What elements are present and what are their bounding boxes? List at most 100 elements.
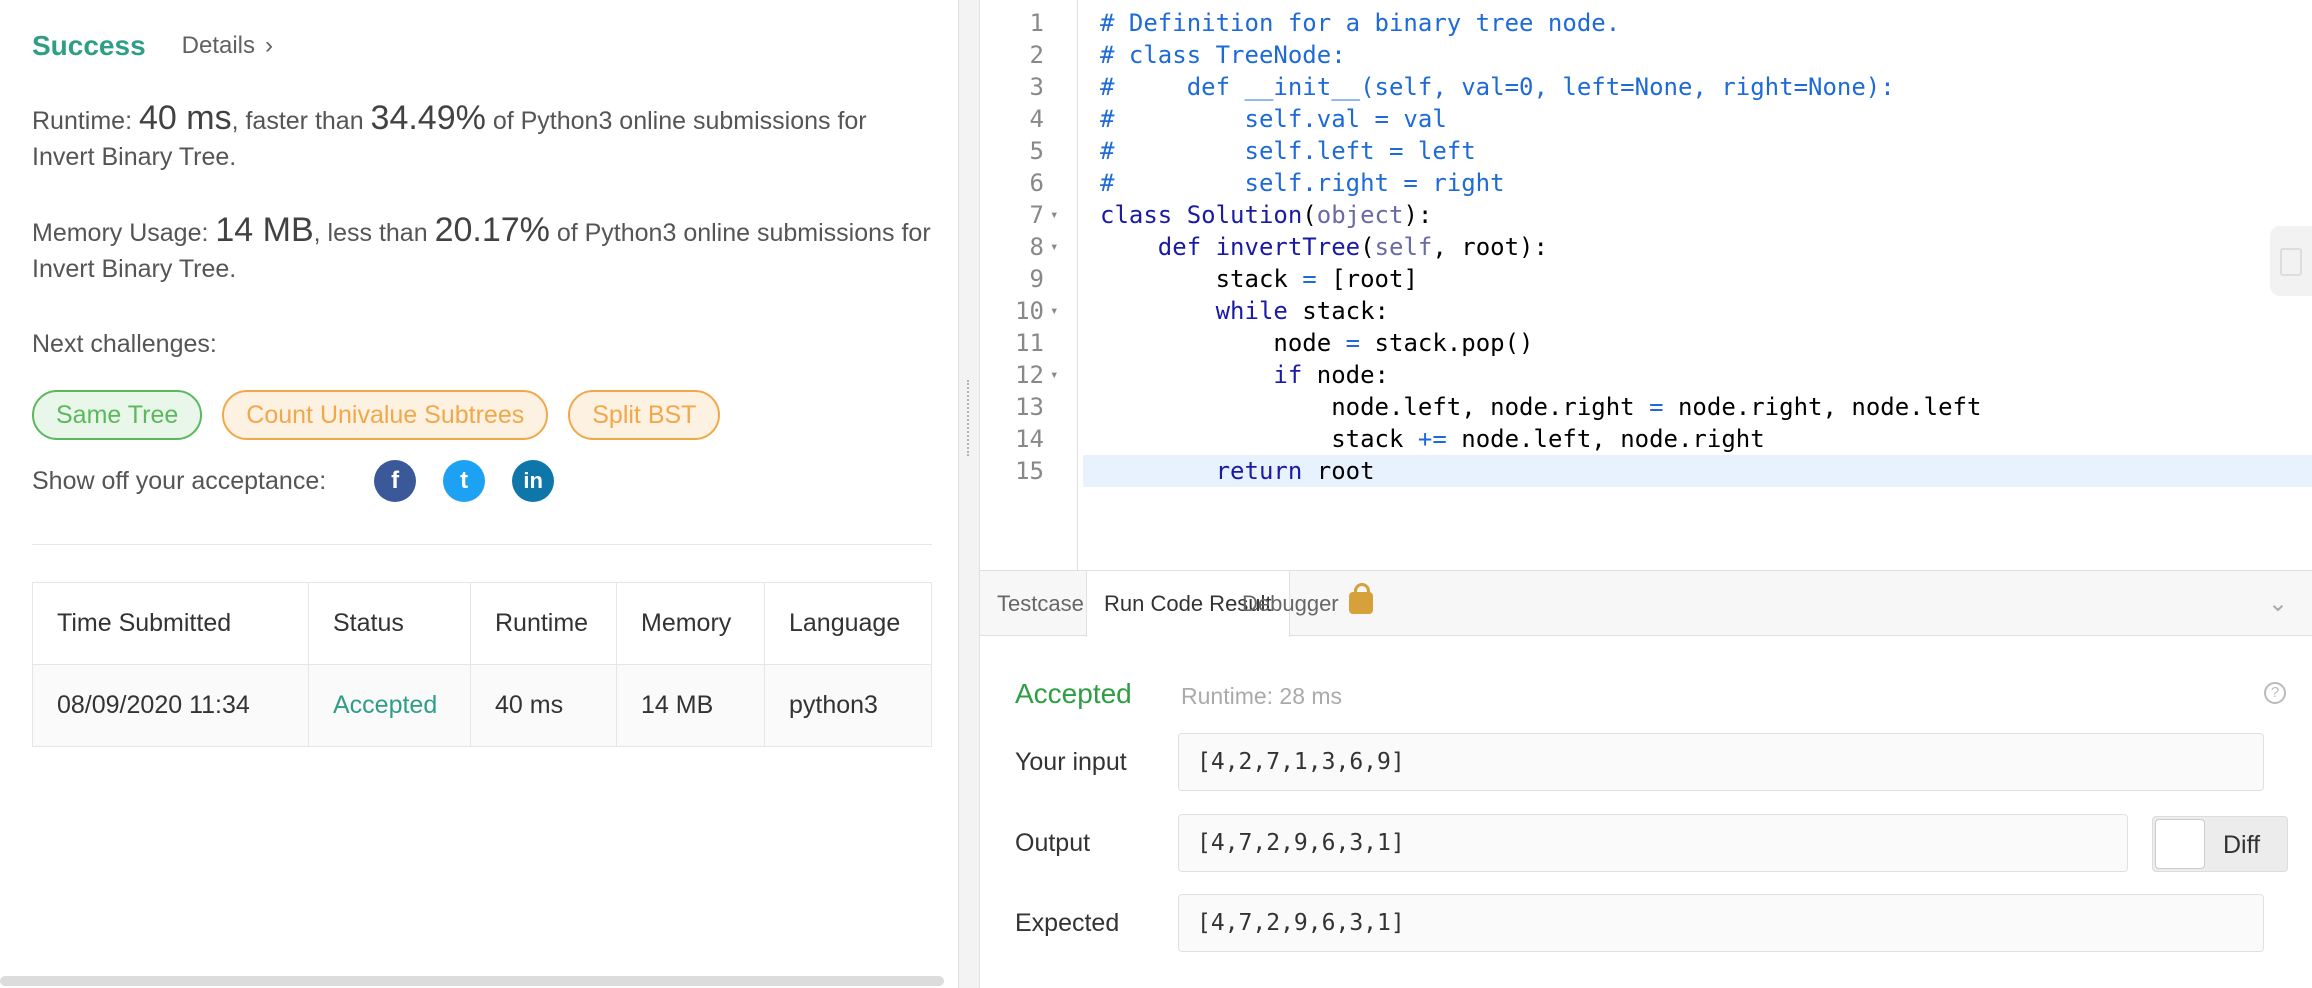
tab-testcase[interactable]: Testcase [980,571,1101,636]
expected-field: [4,7,2,9,6,3,1] [1178,894,2264,952]
code-line: node = stack.pop() [1100,329,1534,357]
fold-arrow-icon[interactable]: ▾ [1050,199,1070,231]
diff-label: Diff [2223,831,2261,859]
header-time-submitted: Time Submitted [32,582,309,665]
cell-runtime: 40 ms [470,664,617,747]
runtime-prefix: Runtime: [32,107,139,135]
output-label: Output [1015,829,1091,857]
side-panel-toggle[interactable] [2270,226,2312,296]
runtime-stat: Runtime: 40 ms, faster than 34.49% of Py… [32,100,932,175]
run-result-status: Accepted [1015,678,1132,709]
table-header-row: Time Submitted Status Runtime Memory Lan… [32,582,932,665]
fold-arrow-icon[interactable]: ▾ [1050,359,1070,391]
code-line: class Solution(object): [1100,201,1433,229]
your-input-field: [4,2,7,1,3,6,9] [1178,733,2264,791]
your-input-label: Your input [1015,748,1127,776]
line-number: 13 [1015,393,1044,421]
line-number: 8 [1029,233,1044,261]
memory-mid: , less than [313,219,435,247]
line-number: 5 [1029,137,1044,165]
table-row: 08/09/2020 11:34 Accepted 40 ms 14 MB py… [32,664,932,747]
horizontal-scrollbar[interactable] [0,976,944,986]
code-line: # def __init__(self, val=0, left=None, r… [1100,73,1895,101]
share-label: Show off your acceptance: [32,466,327,495]
twitter-icon[interactable]: t [443,460,486,502]
submission-result-panel: Success Details › Runtime: 40 ms, faster … [0,0,958,988]
memory-prefix: Memory Usage: [32,219,216,247]
share-row: Show off your acceptance: f t in [32,460,555,502]
drag-grip-icon [967,380,969,456]
code-line: if node: [1273,361,1389,389]
memory-percentile: 20.17% [434,211,550,249]
help-icon[interactable]: ? [2264,682,2286,704]
code-line: # Definition for a binary tree node. [1100,9,1621,37]
code-line: return root [1215,457,1375,485]
chevron-down-icon[interactable]: ⌄ [2268,589,2288,618]
header-language: Language [764,582,932,665]
challenge-chips: Same Tree Count Univalue Subtrees Split … [32,390,721,440]
header-runtime: Runtime [470,582,617,665]
document-icon [2280,248,2302,276]
memory-value: 14 MB [215,211,314,249]
lock-icon [1348,583,1373,615]
memory-stat: Memory Usage: 14 MB, less than 20.17% of… [32,212,932,287]
header-memory: Memory [616,582,765,665]
line-number: 15 [1015,457,1044,485]
expected-label: Expected [1015,909,1120,937]
cell-time-submitted: 08/09/2020 11:34 [32,664,309,747]
debugger-label: Debugger [1242,591,1339,616]
runtime-value: 40 ms [138,99,232,137]
challenge-same-tree[interactable]: Same Tree [32,390,203,440]
line-number: 6 [1029,169,1044,197]
success-status: Success [32,30,146,61]
fold-arrow-icon[interactable]: ▾ [1050,231,1070,263]
next-challenges-label: Next challenges: [32,330,217,358]
console-panel: Testcase Run Code Result Debugger ⌄ Acce… [980,570,2312,988]
status-row: Success Details › [32,30,273,62]
cell-memory: 14 MB [616,664,765,747]
run-result-runtime: Runtime: 28 ms [1181,683,1343,709]
diff-toggle[interactable]: Diff [2152,816,2288,872]
code-line: # class TreeNode: [1100,41,1346,69]
line-number: 11 [1015,329,1044,357]
diff-toggle-knob [2155,819,2205,869]
panel-resize-handle[interactable] [958,0,980,988]
facebook-icon[interactable]: f [374,460,417,502]
line-number: 4 [1029,105,1044,133]
code-line: while stack: [1215,297,1389,325]
output-field: [4,7,2,9,6,3,1] [1178,814,2128,872]
details-link[interactable]: Details › [182,32,273,60]
code-editor[interactable]: 1 2 3 4 5 6 7 ▾ 8 ▾ 9 10 ▾ 11 12 ▾ 13 14 15 # Definition f… [980,0,2312,570]
details-label: Details [181,32,255,59]
line-number: 1 [1029,9,1044,37]
console-tabs: Testcase Run Code Result Debugger ⌄ [980,570,2312,637]
line-number-gutter: 1 2 3 4 5 6 7 ▾ 8 ▾ 9 10 ▾ 11 12 ▾ 13 14 15 [980,0,1078,570]
header-status: Status [308,582,471,665]
runtime-mid: , faster than [231,107,371,135]
line-number: 2 [1029,41,1044,69]
code-line: def invertTree(self, root): [1157,233,1548,261]
line-number: 7 [1029,201,1044,229]
line-number: 12 [1015,361,1044,389]
code-line: stack = [root] [1100,265,1418,293]
submissions-table: Time Submitted Status Runtime Memory Lan… [32,582,932,747]
divider [32,544,932,545]
linkedin-icon[interactable]: in [512,460,555,502]
code-line: # self.val = val [1100,105,1447,133]
chevron-right-icon: › [265,32,273,59]
challenge-count-univalue-subtrees[interactable]: Count Univalue Subtrees [222,390,549,440]
challenge-split-bst[interactable]: Split BST [568,390,721,440]
code-line: node.left, node.right = node.right, node… [1100,393,1982,421]
line-number: 3 [1029,73,1044,101]
line-number: 10 [1015,297,1044,325]
code-line: stack += node.left, node.right [1100,425,1765,453]
cell-language: python3 [764,664,932,747]
runtime-percentile: 34.49% [370,99,486,137]
tab-debugger[interactable]: Debugger [1225,571,1390,636]
fold-arrow-icon[interactable]: ▾ [1050,295,1070,327]
line-number: 14 [1015,425,1044,453]
code-line: # self.right = right [1100,169,1505,197]
line-number: 9 [1029,265,1044,293]
cell-status-link[interactable]: Accepted [308,664,471,747]
code-line: # self.left = left [1100,137,1476,165]
